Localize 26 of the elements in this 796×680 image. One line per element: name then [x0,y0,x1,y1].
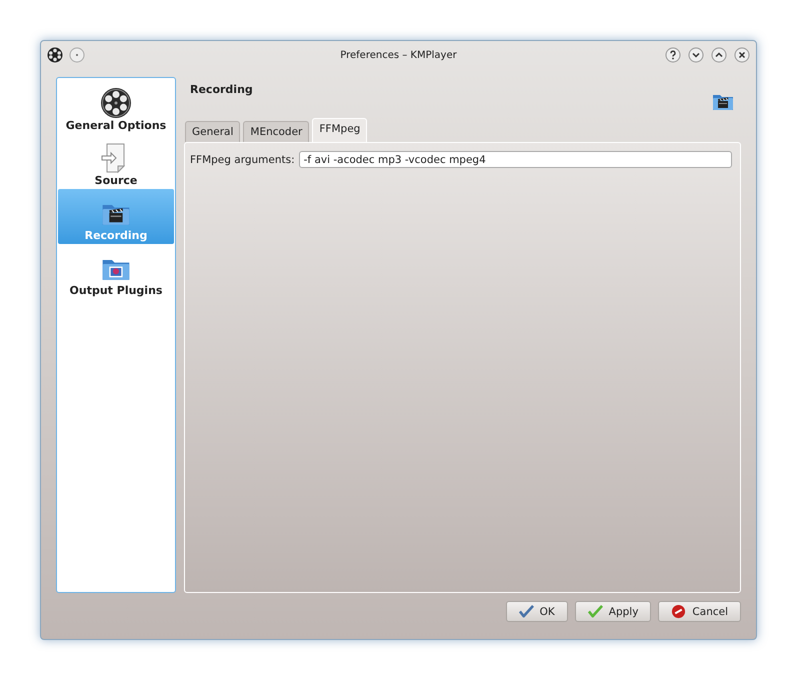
page-title: Recording [190,83,253,96]
sidebar-item[interactable]: Source [58,134,174,189]
maximize-icon[interactable] [711,47,727,63]
close-icon[interactable] [734,47,750,63]
dialog-button[interactable]: Apply [574,601,652,622]
window-title: Preferences – KMPlayer [339,50,458,60]
film-reel-icon [100,87,132,119]
cancel-icon [671,604,686,619]
sidebar-item-label: Recording [84,229,148,242]
sidebar-item-label: Source [94,174,138,187]
sidebar-item[interactable]: General Options [58,79,174,134]
checkmark-icon [518,604,534,619]
tab[interactable]: General [185,121,240,142]
tab[interactable]: FFMpeg [312,118,368,142]
input-field[interactable]: -f avi -acodec mp3 -vcodec mpeg4 [298,151,732,168]
checkmark-icon [588,604,603,619]
minimize-icon[interactable] [688,47,704,63]
help-icon[interactable] [665,47,681,63]
tab[interactable]: MEncoder [243,121,310,142]
sidebar-item-label: General Options [66,119,166,132]
reel-icon[interactable] [47,47,63,63]
dialog-button[interactable]: Cancel [658,601,741,622]
sidebar-item[interactable]: Output Plugins [58,244,174,299]
field-label: FFMpeg arguments: [190,154,295,166]
dialog-button[interactable]: OK [506,601,568,622]
sidebar-item-label: Output Plugins [70,284,162,297]
